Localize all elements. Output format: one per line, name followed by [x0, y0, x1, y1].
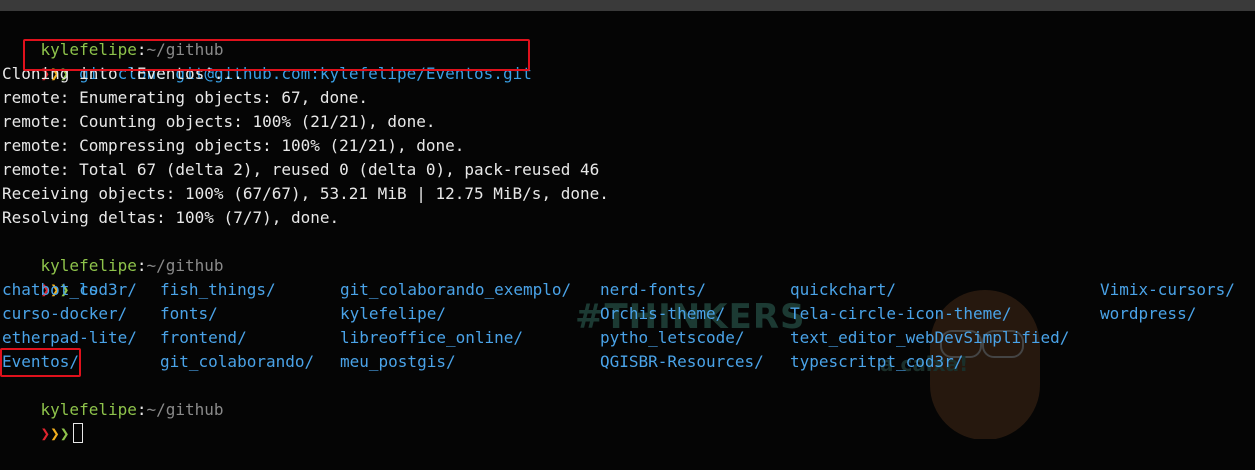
- directory-entry: pytho_letscode/: [600, 328, 745, 347]
- directory-entry: curso-docker/: [2, 304, 128, 323]
- ls-output: chatbot_cod3r/ curso-docker/ etherpad-li…: [2, 278, 1252, 374]
- directory-entry: text_editor_webDevSimplified/: [790, 328, 1070, 347]
- eventos-highlight-box: [0, 348, 81, 377]
- command-line-current: ❯❯❯: [2, 398, 1252, 443]
- directory-entry: quickchart/: [790, 280, 896, 299]
- directory-entry: meu_postgis/: [340, 352, 456, 371]
- directory-entry: fish_things/: [160, 280, 276, 299]
- prompt-line: kylefelipe:~/github: [2, 374, 1252, 419]
- output-line: remote: Total 67 (delta 2), reused 0 (de…: [2, 160, 600, 179]
- text-cursor[interactable]: [73, 423, 84, 443]
- output-line: remote: Counting objects: 100% (21/21), …: [2, 112, 436, 131]
- directory-entry: chatbot_cod3r/: [2, 280, 137, 299]
- command-line-ls: ❯❯❯ ls: [2, 254, 1252, 299]
- directory-entry: Tela-circle-icon-theme/: [790, 304, 1012, 323]
- directory-entry: frontend/: [160, 328, 247, 347]
- output-line: remote: Enumerating objects: 67, done.: [2, 88, 369, 107]
- directory-entry: Orchis-theme/: [600, 304, 726, 323]
- output-line: Receiving objects: 100% (67/67), 53.21 M…: [2, 184, 609, 203]
- window-top-bar: [0, 0, 1255, 11]
- directory-entry: nerd-fonts/: [600, 280, 706, 299]
- terminal-output[interactable]: kylefelipe:~/github ❯❯❯ git clone git@gi…: [2, 14, 1252, 443]
- directory-entry: etherpad-lite/: [2, 328, 137, 347]
- directory-entry: Vimix-cursors/: [1100, 280, 1235, 299]
- prompt-arrow-icon: ❯: [50, 424, 60, 443]
- directory-entry: git_colaborando_exemplo/: [340, 280, 572, 299]
- directory-entry: typescritpt_cod3r/: [790, 352, 964, 371]
- directory-entry: fonts/: [160, 304, 218, 323]
- prompt-arrow-icon: ❯: [40, 424, 51, 443]
- directory-entry: kylefelipe/: [340, 304, 446, 323]
- prompt-line: kylefelipe:~/github: [2, 14, 1252, 59]
- prompt-arrow-icon: ❯: [59, 424, 70, 443]
- output-line: Resolving deltas: 100% (7/7), done.: [2, 208, 340, 227]
- output-line: remote: Compressing objects: 100% (21/21…: [2, 136, 465, 155]
- clone-command-highlight-box: [23, 39, 530, 71]
- prompt-line: kylefelipe:~/github: [2, 230, 1252, 275]
- directory-entry: git_colaborando/: [160, 352, 315, 371]
- directory-entry: libreoffice_online/: [340, 328, 524, 347]
- directory-entry: wordpress/: [1100, 304, 1197, 323]
- directory-entry: QGISBR-Resources/: [600, 352, 764, 371]
